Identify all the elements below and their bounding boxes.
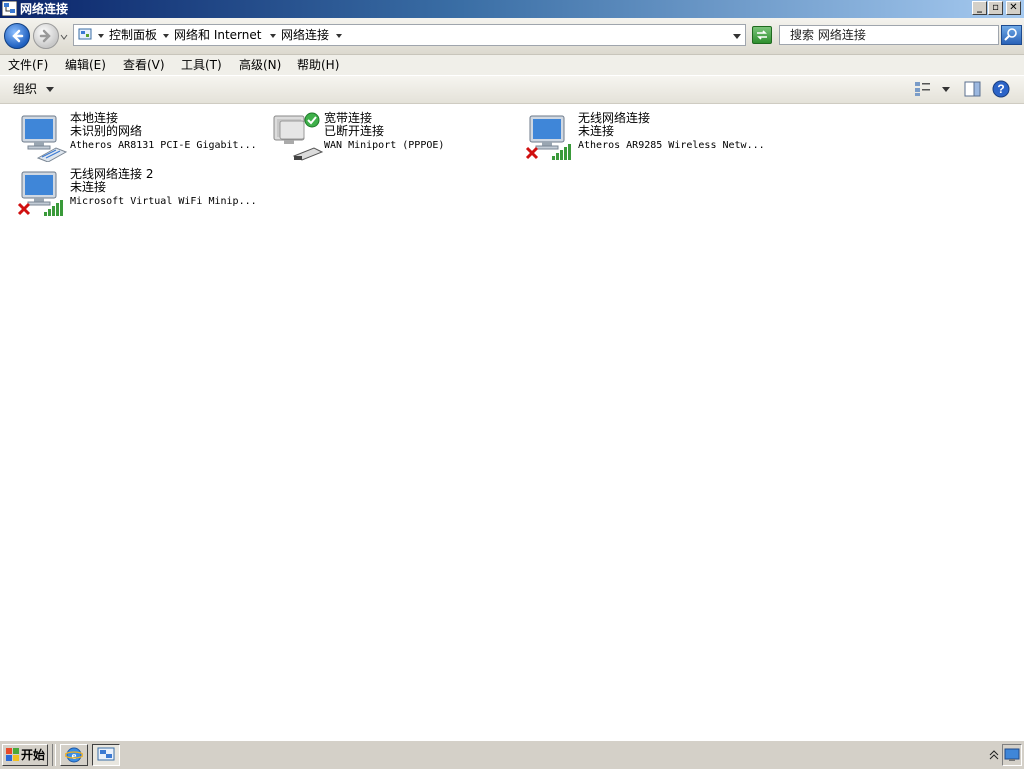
taskbar-ie-button[interactable]: e [60, 744, 88, 766]
breadcrumb-separator-icon[interactable] [336, 34, 342, 38]
recent-pages-chevron-icon[interactable] [60, 33, 68, 41]
minimize-button[interactable]: _ [972, 1, 987, 15]
network-tray-icon[interactable] [1004, 748, 1020, 762]
tray-expand-button[interactable] [986, 744, 1002, 766]
network-connections-icon [97, 747, 115, 761]
breadcrumb-control-panel[interactable]: 控制面板 [109, 28, 157, 42]
refresh-icon [757, 30, 767, 40]
close-button[interactable]: ✕ [1006, 1, 1021, 15]
menu-bar: 文件(F) 编辑(E) 查看(V) 工具(T) 高级(N) 帮助(H) [0, 55, 1024, 75]
wireless-icon [525, 115, 571, 160]
address-bar[interactable]: 控制面板 网络和 Internet 网络连接 [73, 24, 746, 46]
menu-file[interactable]: 文件(F) [8, 57, 48, 73]
search-input[interactable]: 搜索 网络连接 [779, 25, 999, 45]
wireless-icon [17, 171, 63, 216]
start-button[interactable]: 开始 [2, 744, 48, 766]
control-panel-icon [78, 28, 92, 40]
menu-edit[interactable]: 编辑(E) [65, 57, 106, 73]
view-options-icon[interactable] [914, 81, 932, 97]
system-tray [1002, 744, 1022, 766]
title-bar: 网络连接 _ ▫ ✕ [0, 0, 1024, 18]
chevron-up-icon [989, 750, 999, 760]
connection-device: Atheros AR8131 PCI-E Gigabit... [70, 140, 257, 151]
forward-button[interactable] [33, 23, 59, 49]
connection-status: 已断开连接 [324, 124, 385, 138]
connection-status: 未识别的网络 [70, 124, 143, 138]
view-dropdown-icon[interactable] [942, 87, 950, 92]
broadband-icon [273, 112, 324, 161]
breadcrumb-network-connections[interactable]: 网络连接 [281, 28, 329, 42]
taskbar-network-connections-button[interactable] [92, 744, 120, 766]
windows-logo-icon [6, 748, 19, 761]
list-item-local-connection[interactable]: 本地连接 未识别的网络 Atheros AR8131 PCI-E Gigabit… [16, 112, 266, 164]
breadcrumb-separator-icon[interactable] [98, 34, 104, 38]
command-toolbar: 组织 ? [0, 76, 1024, 104]
preview-pane-icon[interactable] [964, 81, 981, 97]
list-item-broadband-connection[interactable]: 宽带连接 已断开连接 WAN Miniport (PPPOE) [270, 112, 520, 164]
search-button[interactable] [1001, 25, 1022, 45]
connection-status: 未连接 [578, 124, 615, 138]
connection-status: 未连接 [70, 180, 107, 194]
connection-device: Atheros AR9285 Wireless Netw... [578, 140, 765, 151]
search-icon [1004, 28, 1017, 41]
lan-icon [21, 115, 68, 162]
breadcrumb-separator-icon[interactable] [163, 34, 169, 38]
connections-list: 本地连接 未识别的网络 Atheros AR8131 PCI-E Gigabit… [0, 104, 1024, 740]
connection-device: WAN Miniport (PPPOE) [324, 140, 445, 151]
back-arrow-icon [12, 29, 24, 43]
menu-help[interactable]: 帮助(H) [297, 57, 339, 73]
menu-advanced[interactable]: 高级(N) [239, 57, 281, 73]
address-history-dropdown-icon[interactable] [733, 34, 741, 39]
start-label: 开始 [21, 748, 46, 762]
address-toolbar: 控制面板 网络和 Internet 网络连接 搜索 网络连接 [0, 18, 1024, 55]
organize-button[interactable]: 组织 [13, 81, 37, 97]
refresh-button[interactable] [752, 26, 772, 44]
svg-text:?: ? [997, 82, 1004, 96]
taskbar-divider [52, 744, 56, 766]
breadcrumb-separator-icon[interactable] [270, 34, 276, 38]
help-icon[interactable]: ? [992, 80, 1010, 98]
internet-explorer-icon: e [65, 747, 83, 763]
network-connections-icon [2, 1, 17, 16]
back-button[interactable] [4, 23, 30, 49]
breadcrumb-network-internet[interactable]: 网络和 Internet [174, 28, 261, 42]
taskbar: 开始 e [0, 740, 1024, 769]
connection-device: Microsoft Virtual WiFi Minip... [70, 196, 257, 207]
menu-view[interactable]: 查看(V) [123, 57, 165, 73]
forward-arrow-icon [39, 29, 51, 43]
list-item-wireless-connection-2[interactable]: 无线网络连接 2 未连接 Microsoft Virtual WiFi Mini… [16, 168, 266, 220]
organize-dropdown-icon[interactable] [46, 87, 54, 92]
restore-button[interactable]: ▫ [988, 1, 1003, 15]
window-title: 网络连接 [20, 2, 69, 16]
list-item-wireless-connection[interactable]: 无线网络连接 未连接 Atheros AR9285 Wireless Netw.… [524, 112, 774, 164]
menu-tools[interactable]: 工具(T) [181, 57, 222, 73]
